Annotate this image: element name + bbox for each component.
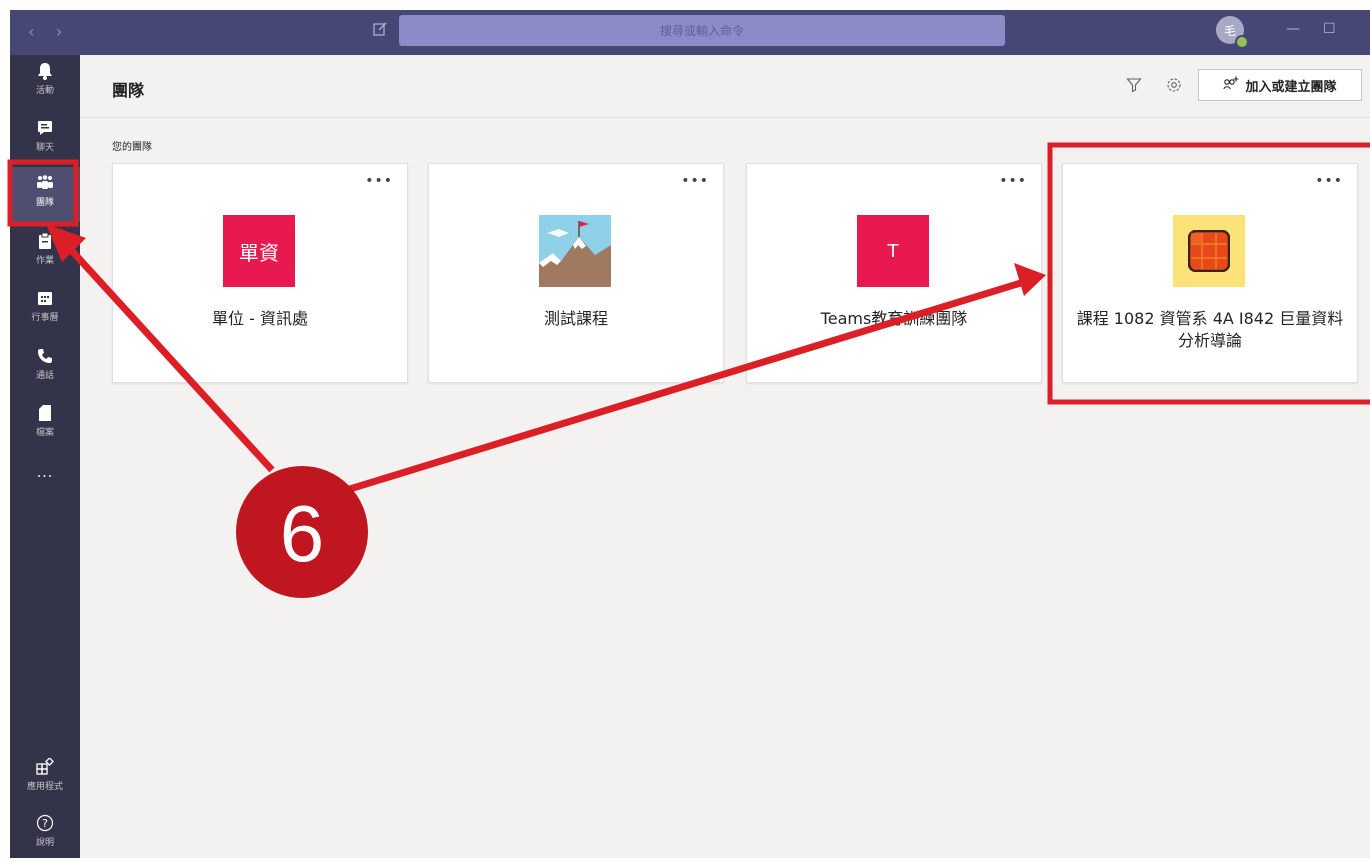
step-number: 6 bbox=[280, 489, 325, 578]
annotation-overlay: 6 bbox=[7, 142, 1370, 598]
highlight-box-teams bbox=[7, 159, 79, 227]
arrow-to-card bbox=[338, 278, 1026, 496]
highlight-box-team-card bbox=[1047, 142, 1370, 405]
arrowhead-card bbox=[1014, 263, 1046, 296]
arrow-to-teams bbox=[59, 237, 275, 473]
